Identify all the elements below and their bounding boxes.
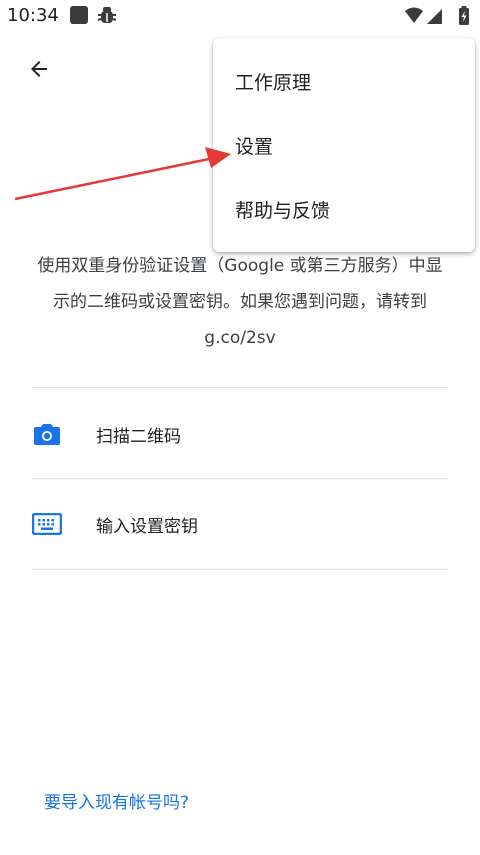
scan-qr-option[interactable]: 扫描二维码 [32,389,448,479]
keyboard-icon [32,509,62,539]
wifi-icon [405,7,423,23]
divider [32,387,448,388]
bug-icon [97,7,117,23]
notification-square-icon [70,6,88,24]
menu-item-label: 帮助与反馈 [235,199,331,222]
camera-icon [32,419,62,449]
import-account-link[interactable]: 要导入现有帐号吗? [44,788,189,813]
page-description: 使用双重身份验证设置（Google 或第三方服务）中显示的二维码或设置密钥。如果… [37,256,443,348]
battery-icon [459,6,469,25]
enter-setup-key-label: 输入设置密钥 [96,516,198,537]
status-indicators [405,6,469,25]
menu-item-help-feedback[interactable]: 帮助与反馈 [213,178,475,240]
overflow-menu: 工作原理 设置 帮助与反馈 [213,38,475,252]
enter-setup-key-option[interactable]: 输入设置密钥 [32,479,448,569]
divider [32,569,448,570]
back-button[interactable] [22,52,56,86]
menu-item-settings[interactable]: 设置 [213,114,475,176]
arrow-back-icon [31,61,47,77]
status-time: 10:34 [7,5,59,26]
menu-item-label: 设置 [235,135,274,158]
menu-item-label: 工作原理 [235,71,312,94]
signal-icon [427,9,442,24]
scan-qr-label: 扫描二维码 [96,426,181,447]
status-bar: 10:34 [0,0,480,34]
menu-item-how-it-works[interactable]: 工作原理 [213,50,475,112]
